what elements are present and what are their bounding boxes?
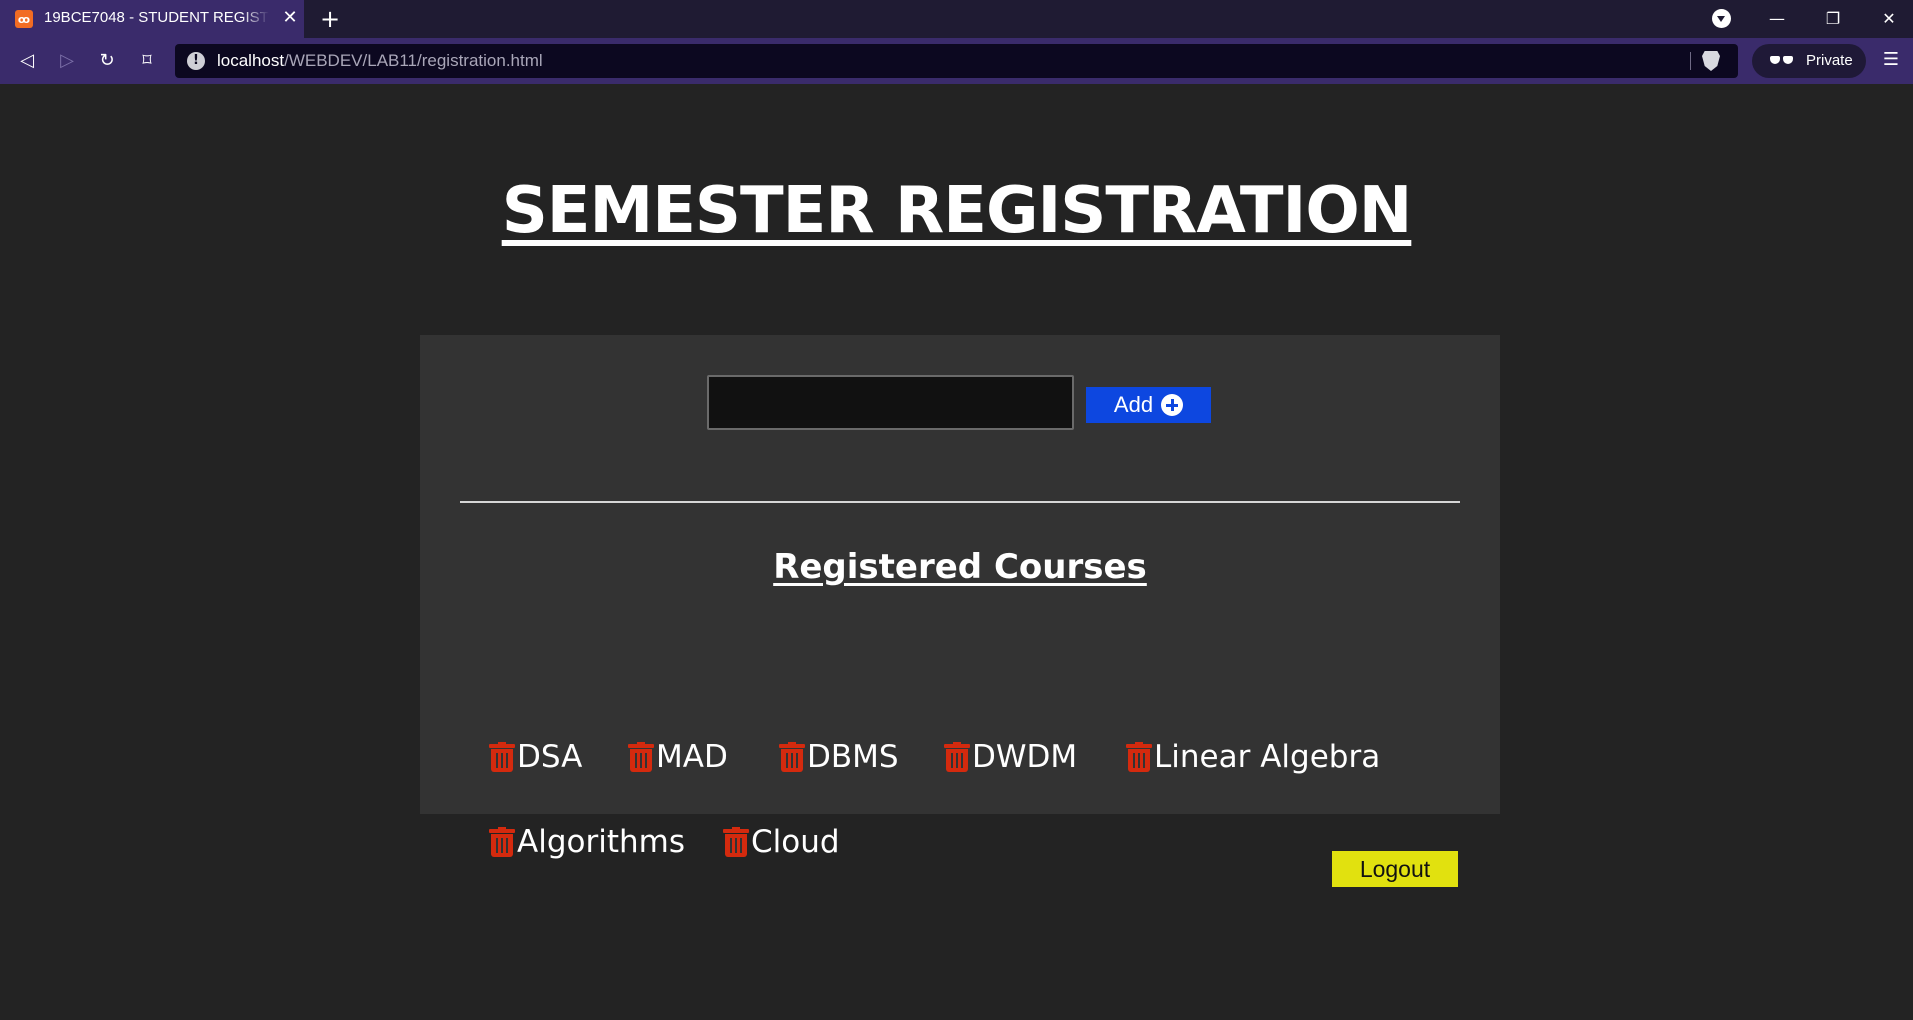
course-label: DSA — [517, 739, 583, 775]
bookmark-button[interactable]: ⌑ — [134, 48, 160, 74]
browser-tab-bar: ꝏ 19BCE7048 - STUDENT REGISTRATION ✕ + —… — [0, 0, 1913, 38]
restore-button[interactable]: ❐ — [1813, 4, 1853, 34]
trash-icon[interactable] — [944, 742, 970, 772]
close-window-button[interactable]: ✕ — [1869, 4, 1909, 34]
course-item: DSA — [489, 737, 582, 777]
url-text[interactable]: localhost/WEBDEV/LAB11/registration.html — [217, 51, 543, 71]
course-label: Algorithms — [517, 824, 685, 860]
brave-shields-icon[interactable] — [1702, 51, 1720, 71]
url-path: /WEBDEV/LAB11/registration.html — [284, 51, 543, 70]
course-item: DWDM — [944, 737, 1077, 777]
logout-button[interactable]: Logout — [1332, 851, 1458, 887]
tab-list-dropdown-icon[interactable] — [1712, 9, 1731, 28]
page-body: SEMESTER REGISTRATION Add Registered Cou… — [0, 84, 1913, 1020]
page-title: SEMESTER REGISTRATION — [501, 174, 1413, 248]
address-bar-divider — [1690, 52, 1691, 70]
course-label: Cloud — [751, 824, 840, 860]
forward-button[interactable]: ▷ — [54, 48, 80, 74]
new-tab-button[interactable]: + — [318, 5, 342, 33]
course-label: MAD — [656, 739, 728, 775]
course-list: DSA MAD DBMS DWDM Linear Algebra Algorit… — [420, 335, 1500, 860]
course-label: Linear Algebra — [1154, 739, 1381, 775]
site-info-icon[interactable]: ! — [187, 52, 205, 70]
course-item: Linear Algebra — [1126, 737, 1380, 777]
trash-icon[interactable] — [1126, 742, 1152, 772]
course-item: Algorithms — [489, 822, 685, 862]
back-button[interactable]: ◁ — [14, 48, 40, 74]
trash-icon[interactable] — [489, 827, 515, 857]
trash-icon[interactable] — [489, 742, 515, 772]
registration-panel: Add Registered Courses DSA MAD DBMS DWDM — [420, 335, 1500, 860]
url-host: localhost — [217, 51, 285, 70]
trash-icon[interactable] — [628, 742, 654, 772]
browser-toolbar: ◁ ▷ ↻ ⌑ ! localhost/WEBDEV/LAB11/registr… — [0, 38, 1913, 84]
private-label: Private — [1806, 52, 1853, 69]
trash-icon[interactable] — [779, 742, 805, 772]
private-glasses-icon — [1770, 55, 1794, 67]
address-bar[interactable]: ! localhost/WEBDEV/LAB11/registration.ht… — [175, 44, 1738, 78]
tab-title: 19BCE7048 - STUDENT REGISTRATION — [44, 9, 269, 26]
minimize-button[interactable]: — — [1757, 4, 1797, 34]
course-label: DBMS — [807, 739, 899, 775]
course-item: MAD — [628, 737, 728, 777]
course-item: DBMS — [779, 737, 899, 777]
trash-icon[interactable] — [723, 827, 749, 857]
xampp-favicon-icon: ꝏ — [15, 10, 33, 28]
course-item: Cloud — [723, 822, 840, 862]
reload-button[interactable]: ↻ — [94, 48, 120, 74]
private-window-badge[interactable]: Private — [1752, 44, 1866, 78]
course-label: DWDM — [972, 739, 1078, 775]
browser-tab-active[interactable]: ꝏ 19BCE7048 - STUDENT REGISTRATION ✕ — [0, 0, 304, 38]
browser-menu-icon[interactable]: ☰ — [1882, 51, 1900, 69]
tab-close-icon[interactable]: ✕ — [280, 8, 300, 28]
